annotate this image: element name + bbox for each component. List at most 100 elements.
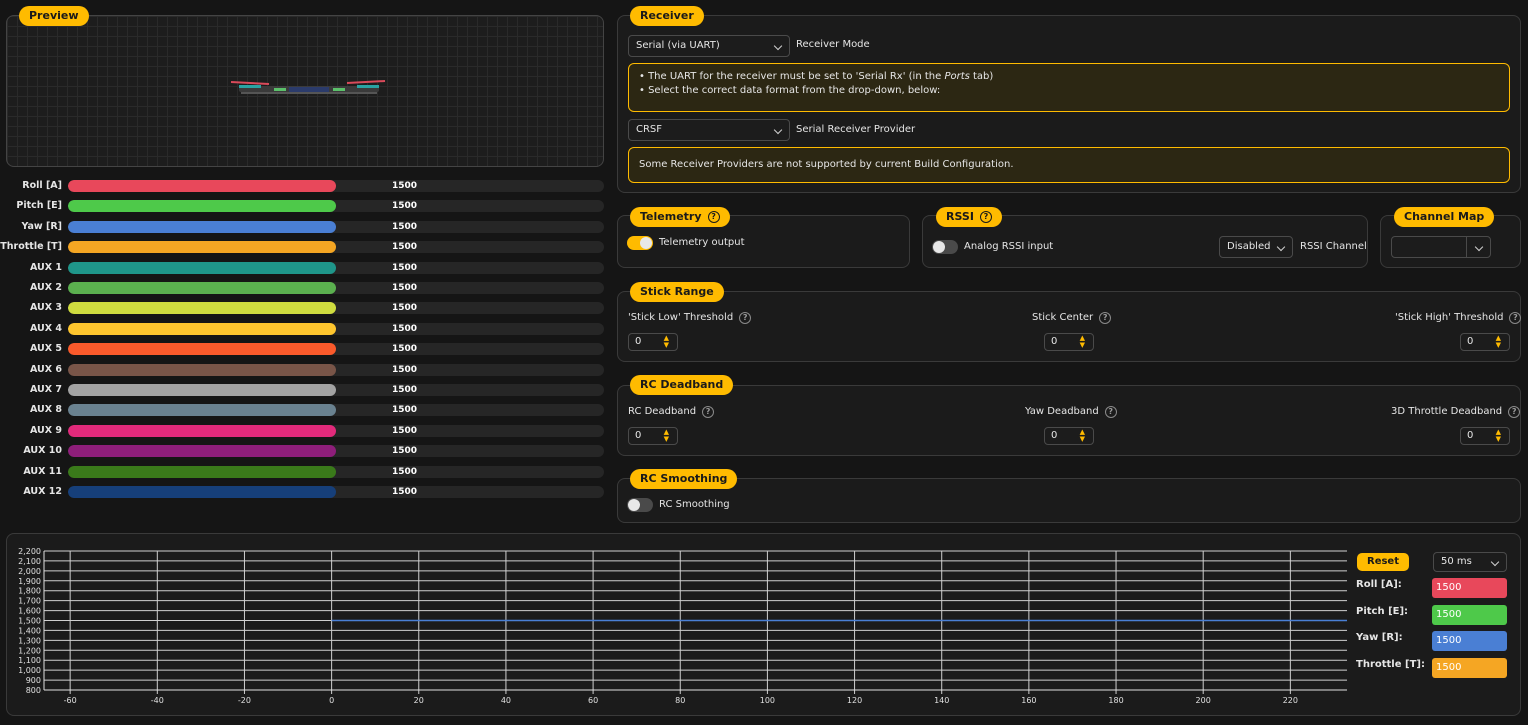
telemetry-output-label: Telemetry output xyxy=(659,237,745,248)
channel-bar-fill xyxy=(68,486,336,498)
legend-label: Roll [A]: xyxy=(1356,579,1402,590)
channel-bar-track: 1500 xyxy=(68,404,604,417)
channel-bar-track: 1500 xyxy=(68,343,604,356)
yaw-deadband-input[interactable]: 0 ▲ ▼ xyxy=(1044,427,1094,445)
channel-row: AUX 6 1500 xyxy=(0,363,604,376)
channel-bar-fill xyxy=(68,220,336,233)
channel-name: AUX 9 xyxy=(29,424,62,436)
stick-range-panel xyxy=(617,291,1521,362)
reset-button[interactable]: Reset xyxy=(1357,553,1409,571)
preview-panel xyxy=(6,15,604,167)
help-icon[interactable]: ? xyxy=(702,406,715,418)
chevron-down-icon xyxy=(1276,242,1286,252)
rc-smoothing-toggle[interactable] xyxy=(627,498,653,512)
channel-bar-track: 1500 xyxy=(68,282,604,294)
channel-map-title: Channel Map xyxy=(1394,207,1495,227)
stick-high-input[interactable]: 0 ▲ ▼ xyxy=(1460,333,1510,351)
channel-name: AUX 4 xyxy=(29,322,62,334)
receiver-provider-label: Serial Receiver Provider xyxy=(796,124,916,135)
y-tick-label: 2,100 xyxy=(18,557,41,566)
y-tick-label: 1,000 xyxy=(18,666,41,675)
craft-model-icon xyxy=(230,80,386,94)
channel-bar-fill xyxy=(68,404,336,417)
chevron-down-icon xyxy=(1474,242,1484,252)
channel-row: AUX 1 1500 xyxy=(0,261,604,274)
channel-bar-track: 1500 xyxy=(68,465,604,478)
channel-bar-fill xyxy=(68,465,336,478)
stick-range-title: Stick Range xyxy=(630,282,724,302)
rc-deadband-input[interactable]: 0 ▲ ▼ xyxy=(628,427,678,445)
x-tick-label: 60 xyxy=(588,696,598,705)
channel-value: 1500 xyxy=(392,323,418,334)
analog-rssi-toggle[interactable] xyxy=(932,240,958,254)
graph-interval-select[interactable]: 50 ms xyxy=(1433,552,1507,572)
channel-name: AUX 8 xyxy=(29,404,62,416)
channel-bar-track: 1500 xyxy=(68,261,604,274)
channel-row: AUX 11 1500 xyxy=(0,465,604,478)
receiver-mode-select[interactable]: Serial (via UART) xyxy=(628,35,790,57)
yaw-deadband-label: Yaw Deadband? xyxy=(1025,406,1117,418)
channel-value: 1500 xyxy=(392,181,418,191)
rssi-channel-select[interactable]: Disabled xyxy=(1219,236,1293,258)
stick-low-label: 'Stick Low' Threshold? xyxy=(628,312,752,324)
channel-value: 1500 xyxy=(392,221,418,232)
y-tick-label: 1,800 xyxy=(18,587,41,596)
3d-throttle-deadband-label: 3D Throttle Deadband? xyxy=(1391,406,1521,418)
channel-name: Yaw [R] xyxy=(21,220,62,232)
x-tick-label: 200 xyxy=(1196,696,1211,705)
channel-name: AUX 12 xyxy=(23,486,62,497)
channel-row: Roll [A] 1500 xyxy=(0,180,604,192)
y-tick-label: 1,400 xyxy=(18,626,41,635)
receiver-provider-select[interactable]: CRSF xyxy=(628,119,790,141)
help-icon[interactable]: ? xyxy=(979,211,992,223)
x-tick-label: 220 xyxy=(1283,696,1298,705)
channel-name: AUX 10 xyxy=(23,445,62,457)
channel-bar-fill xyxy=(68,180,336,192)
chevron-down-icon xyxy=(1490,557,1500,567)
rc-deadband-panel xyxy=(617,385,1521,456)
stick-low-input[interactable]: 0 ▲ ▼ xyxy=(628,333,678,351)
channel-row: AUX 12 1500 xyxy=(0,486,604,498)
channel-bar-track: 1500 xyxy=(68,200,604,213)
preview-title: Preview xyxy=(19,6,89,26)
stick-center-input[interactable]: 0 ▲ ▼ xyxy=(1044,333,1094,351)
y-tick-label: 1,900 xyxy=(18,577,41,586)
x-tick-label: 20 xyxy=(414,696,424,705)
channel-value: 1500 xyxy=(392,405,418,416)
help-icon[interactable]: ? xyxy=(1104,406,1117,418)
channel-bar-fill xyxy=(68,424,336,437)
channel-row: AUX 10 1500 xyxy=(0,445,604,458)
channel-name: AUX 5 xyxy=(29,343,62,355)
x-tick-label: 80 xyxy=(675,696,685,705)
rc-smoothing-panel xyxy=(617,478,1521,523)
channel-bar-fill xyxy=(68,282,336,294)
channel-bar-fill xyxy=(68,322,336,335)
rc-smoothing-title: RC Smoothing xyxy=(630,469,738,489)
channel-row: AUX 3 1500 xyxy=(0,302,604,315)
channel-row: AUX 8 1500 xyxy=(0,404,604,417)
channel-bar-track: 1500 xyxy=(68,302,604,315)
legend-label: Throttle [T]: xyxy=(1356,658,1425,670)
stick-center-label: Stick Center? xyxy=(1032,312,1112,324)
help-icon[interactable]: ? xyxy=(1509,312,1522,324)
help-icon[interactable]: ? xyxy=(1508,406,1521,418)
x-tick-label: 40 xyxy=(501,696,511,705)
channel-bar-fill xyxy=(68,200,336,213)
channel-bar-fill xyxy=(68,445,336,458)
channel-map-select[interactable] xyxy=(1391,236,1491,258)
3d-throttle-deadband-input[interactable]: 0 ▲ ▼ xyxy=(1460,427,1510,445)
help-icon[interactable]: ? xyxy=(1099,312,1112,324)
telemetry-output-toggle[interactable] xyxy=(627,236,653,250)
channel-value: 1500 xyxy=(392,425,418,436)
channel-bar-track: 1500 xyxy=(68,384,604,396)
channel-name: AUX 11 xyxy=(23,465,62,477)
channel-value: 1500 xyxy=(392,303,418,314)
legend-label: Yaw [R]: xyxy=(1356,632,1403,643)
channel-row: AUX 7 1500 xyxy=(0,384,604,396)
help-icon[interactable]: ? xyxy=(707,211,720,223)
legend-label: Pitch [E]: xyxy=(1356,605,1409,617)
x-tick-label: 140 xyxy=(934,696,949,705)
channel-name: Throttle [T] xyxy=(0,241,62,253)
receiver-mode-label: Receiver Mode xyxy=(796,39,870,50)
help-icon[interactable]: ? xyxy=(739,312,752,324)
